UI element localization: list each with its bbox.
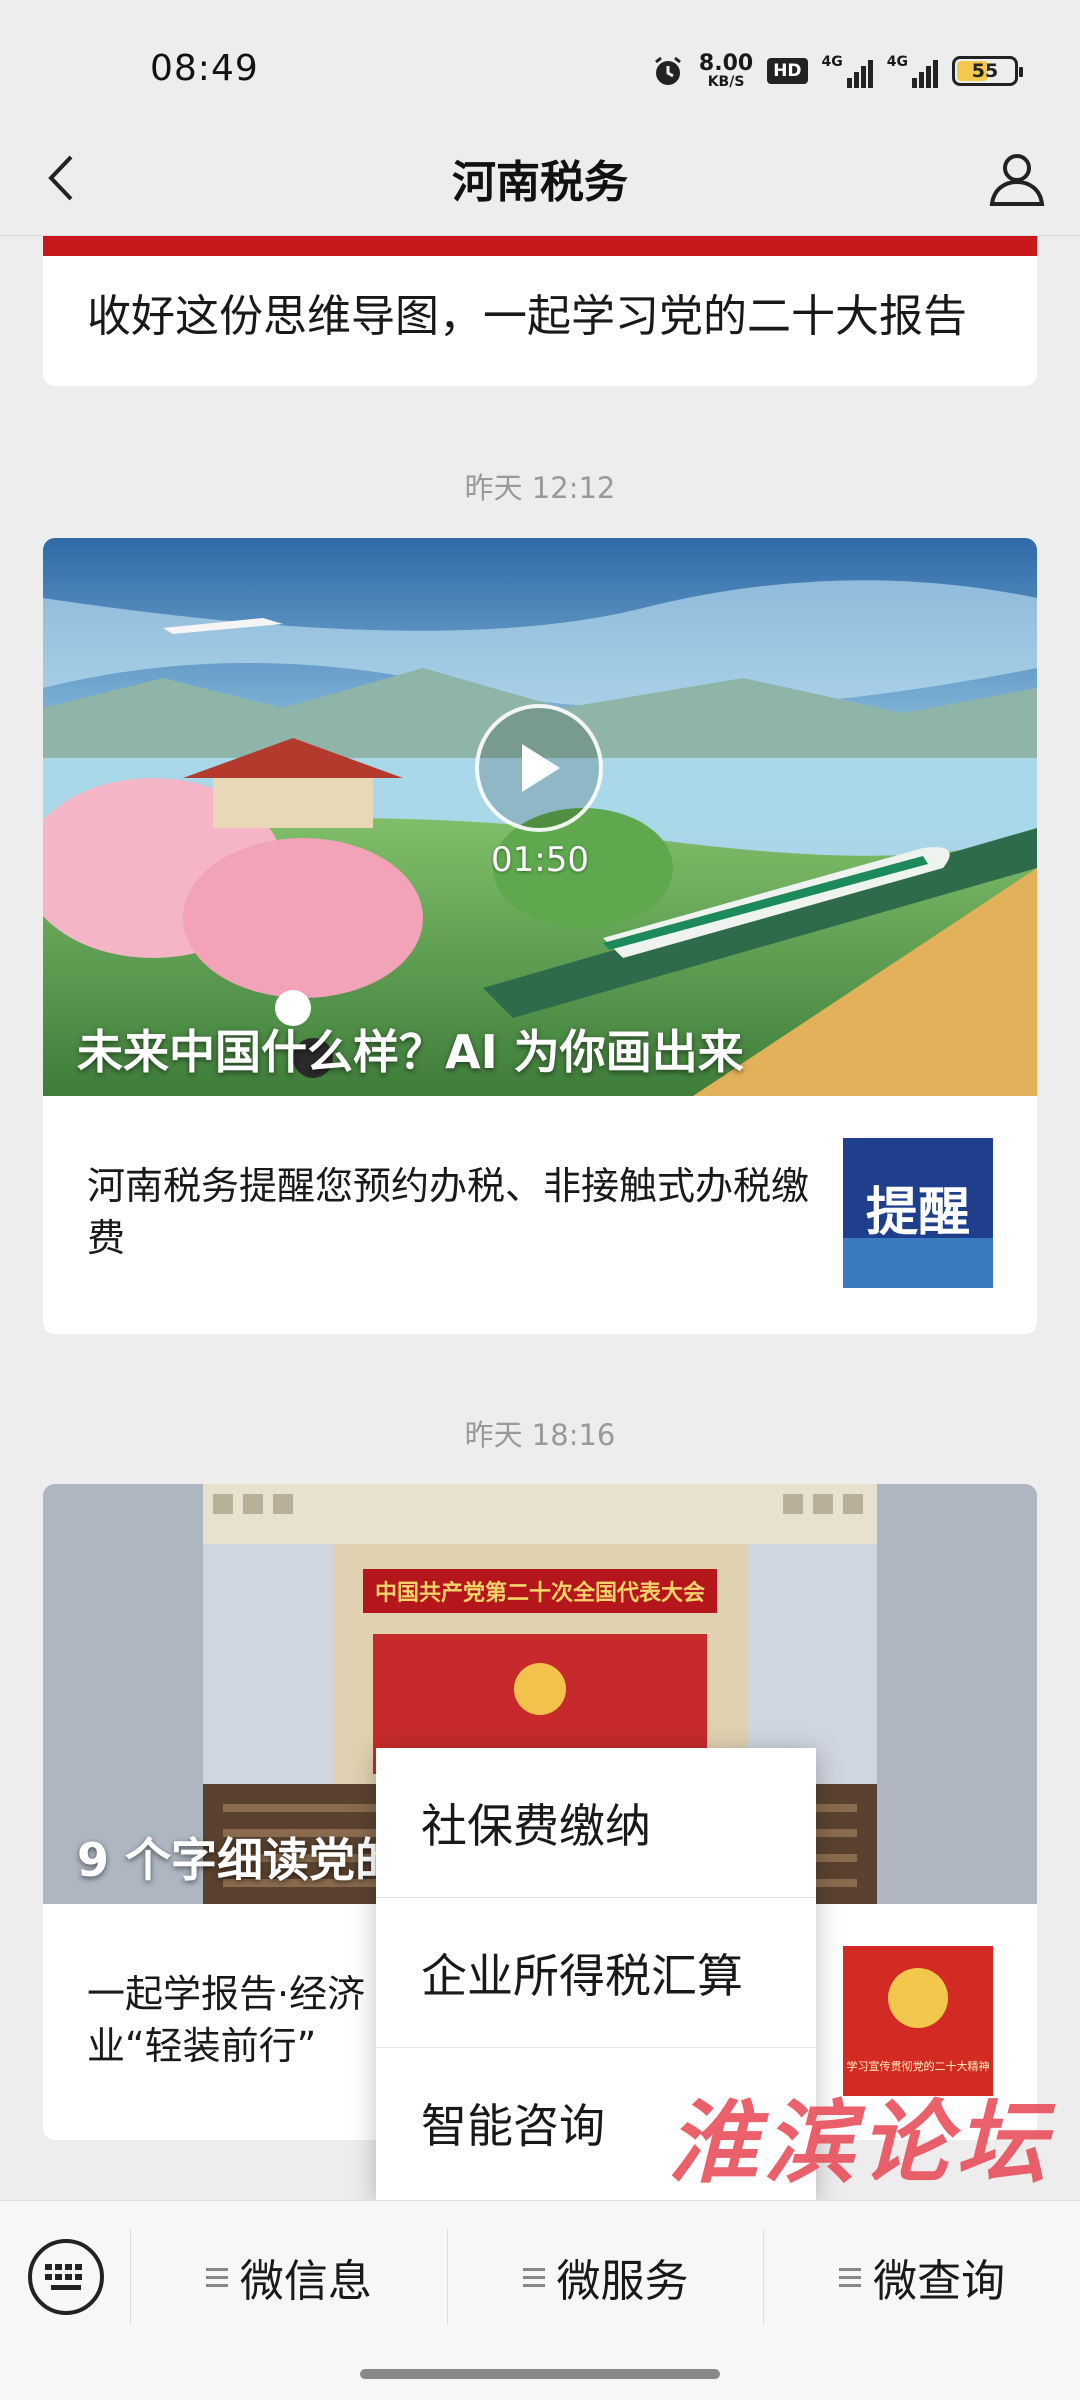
signal-1-icon: 4G [822, 54, 873, 88]
tab-label: 微查询 [873, 2256, 1006, 2307]
timestamp: 昨天 12:12 [464, 471, 616, 505]
net-speed-unit: KB/S [707, 74, 745, 90]
tab-label: 微服务 [556, 2256, 689, 2307]
article-card-top[interactable]: 收好这份思维导图，一起学习党的二十大报告 [43, 236, 1037, 386]
app-header: 河南税务 [0, 120, 1080, 236]
sub-article[interactable]: 河南税务提醒您预约办税、非接触式办税缴费 提醒 [43, 1096, 1037, 1332]
timestamp: 昨天 18:16 [464, 1418, 616, 1452]
play-icon [522, 744, 560, 792]
menu-lines-icon [205, 2267, 228, 2287]
keyboard-toggle-button[interactable] [28, 2239, 104, 2315]
tab-micro-query[interactable]: 微查询 [763, 2229, 1080, 2325]
net-speed: 8.00 KB/S [698, 51, 754, 90]
alarm-icon [654, 56, 681, 85]
tab-label: 微信息 [239, 2256, 372, 2307]
home-indicator[interactable] [360, 2369, 720, 2379]
status-time: 08:49 [150, 48, 259, 89]
sub-article-title: 河南税务提醒您预约办税、非接触式办税缴费 [87, 1164, 810, 1260]
play-button[interactable] [475, 704, 603, 832]
tab-micro-info[interactable]: 微信息 [130, 2229, 447, 2325]
menu-item-corporate-tax[interactable]: 企业所得税汇算 [376, 1898, 816, 2048]
net-speed-value: 8.00 [698, 51, 754, 76]
article-title: 收好这份思维导图，一起学习党的二十大报告 [87, 291, 967, 342]
article-group-card: 01:50 未来中国什么样？AI 为你画出来 河南税务提醒您预约办税、非接触式办… [43, 538, 1037, 1334]
bottom-menu-bar: 微信息 微服务 微查询 [0, 2200, 1080, 2400]
person-icon [989, 154, 1045, 206]
video-duration: 01:50 [491, 840, 589, 880]
profile-button[interactable] [982, 144, 1052, 214]
video-article[interactable]: 01:50 未来中国什么样？AI 为你画出来 [43, 538, 1037, 1096]
menu-lines-icon [839, 2267, 862, 2287]
banner-text: 中国共产党第二十次全国代表大会 [375, 1580, 705, 1606]
menu-item-social-security[interactable]: 社保费缴纳 [376, 1748, 816, 1898]
status-bar: 08:49 8.00 KB/S HD 4G 4G 55 [0, 0, 1080, 140]
thumbnail-text: 提醒 [866, 1183, 970, 1243]
signal-2-icon: 4G [887, 54, 938, 88]
menu-lines-icon [522, 2267, 545, 2287]
battery-level: 55 [971, 60, 999, 82]
sub-article-thumbnail: 提醒 [843, 1138, 993, 1288]
hero-title: 未来中国什么样？AI 为你画出来 [77, 1025, 744, 1079]
thumbnail-image: 提醒 [843, 1138, 993, 1288]
status-icons: 8.00 KB/S HD 4G 4G 55 [651, 46, 1023, 96]
menu-tabs: 微信息 微服务 微查询 [130, 2229, 1080, 2325]
battery-icon: 55 [952, 56, 1023, 86]
hero-title: 9 个字细读党的 [77, 1833, 402, 1887]
hd-badge: HD [767, 58, 808, 84]
keyboard-icon [45, 2264, 82, 2290]
signal-2-label: 4G [886, 54, 908, 70]
tab-micro-service[interactable]: 微服务 [446, 2229, 764, 2325]
signal-1-label: 4G [821, 54, 843, 70]
page-title: 河南税务 [452, 157, 628, 208]
watermark: 淮滨论坛 [668, 2090, 1052, 2196]
article-image-edge [43, 236, 1037, 256]
